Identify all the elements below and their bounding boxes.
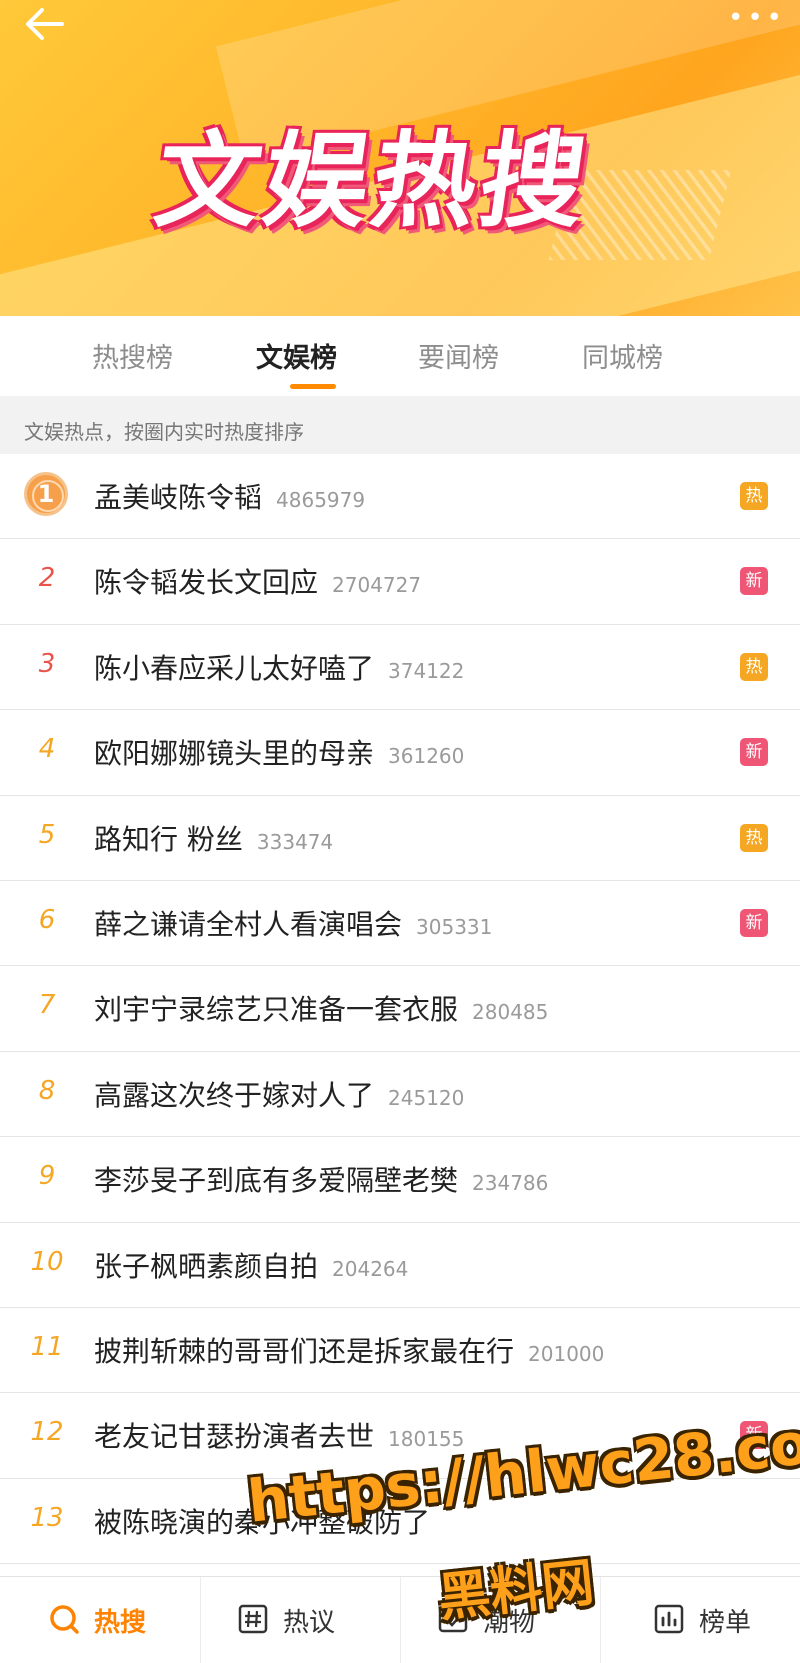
item-title: 张子枫晒素颜自拍 204264 bbox=[94, 1245, 408, 1285]
heat-count: 201000 bbox=[528, 1341, 605, 1366]
hot-search-icon bbox=[50, 1605, 79, 1634]
list-item[interactable]: 8 高露这次终于嫁对人了 245120 bbox=[0, 1051, 800, 1138]
topic-hash-icon bbox=[238, 1604, 268, 1634]
hot-search-list: 1 孟美岐陈令韬 4865979 热 2 陈令韬发长文回应 2704727 新 3 陈小春应采儿太… bbox=[0, 454, 800, 1565]
rank-number: 9 bbox=[38, 1161, 56, 1192]
heat-count: 374122 bbox=[388, 658, 465, 683]
item-title-text: 欧阳娜娜镜头里的母亲 bbox=[94, 737, 375, 771]
list-item[interactable]: 1 孟美岐陈令韬 4865979 热 bbox=[0, 454, 800, 540]
heat-count: 245120 bbox=[388, 1085, 465, 1110]
banner-title: 文娱热搜 bbox=[148, 120, 598, 242]
item-title: 高露这次终于嫁对人了 245120 bbox=[94, 1074, 464, 1114]
nav-item-topics[interactable]: 热议 bbox=[200, 1577, 400, 1663]
list-item[interactable]: 5 路知行 粉丝 333474 热 bbox=[0, 795, 800, 881]
bottom-navigation: 热搜 热议 潮物 榜单 bbox=[0, 1576, 800, 1663]
item-title: 孟美岐陈令韬 4865979 bbox=[94, 476, 365, 516]
list-description: 文娱热点，按圈内实时热度排序 bbox=[0, 396, 800, 454]
nav-item-hot-search[interactable]: 热搜 bbox=[0, 1577, 200, 1663]
rank-medal: 1 bbox=[24, 472, 68, 516]
rank-number: 6 bbox=[38, 904, 56, 935]
hot-badge: 热 bbox=[740, 823, 768, 852]
list-item[interactable]: 6 薛之谦请全村人看演唱会 305331 新 bbox=[0, 880, 800, 967]
heat-count: 361260 bbox=[388, 744, 465, 769]
ranking-tabs: 热搜榜 文娱榜 要闻榜 同城榜 bbox=[0, 316, 800, 396]
item-title-text: 陈令韬发长文回应 bbox=[94, 566, 319, 600]
item-title-text: 孟美岐陈令韬 bbox=[94, 481, 263, 514]
heat-count: 204264 bbox=[332, 1256, 409, 1281]
rank-number: 4 bbox=[38, 734, 56, 765]
rank-number: 3 bbox=[38, 648, 56, 679]
rank-number: 11 bbox=[30, 1331, 64, 1362]
back-arrow-icon[interactable] bbox=[22, 4, 70, 44]
heat-count: 333474 bbox=[256, 829, 334, 854]
nav-item-rankings[interactable]: 榜单 bbox=[600, 1577, 800, 1663]
header-banner: ••• 文娱热搜 bbox=[0, 0, 800, 316]
new-badge: 新 bbox=[740, 567, 768, 596]
rank-number: 8 bbox=[38, 1075, 56, 1106]
item-title: 刘宇宁录综艺只准备一套衣服 280485 bbox=[94, 988, 548, 1028]
item-title-text: 老友记甘瑟扮演者去世 bbox=[94, 1420, 375, 1454]
item-title-text: 薛之谦请全村人看演唱会 bbox=[94, 907, 403, 941]
heat-count: 280485 bbox=[472, 1000, 549, 1025]
list-item[interactable]: 9 李莎旻子到底有多爱隔壁老樊 234786 bbox=[0, 1137, 800, 1223]
list-item[interactable]: 11 披荆斩棘的哥哥们还是拆家最在行 201000 bbox=[0, 1307, 800, 1394]
chart-list-icon bbox=[654, 1604, 684, 1634]
item-title-text: 张子枫晒素颜自拍 bbox=[94, 1249, 319, 1283]
hot-badge: 热 bbox=[740, 482, 768, 510]
rank-number: 12 bbox=[30, 1417, 64, 1448]
new-badge: 新 bbox=[740, 908, 768, 937]
heat-count: 305331 bbox=[416, 914, 493, 939]
list-item[interactable]: 7 刘宇宁录综艺只准备一套衣服 280485 bbox=[0, 966, 800, 1052]
more-options-icon[interactable]: ••• bbox=[728, 5, 782, 31]
item-title: 陈令韬发长文回应 2704727 bbox=[94, 561, 421, 601]
item-title-text: 高露这次终于嫁对人了 bbox=[94, 1078, 375, 1112]
heat-count: 2704727 bbox=[332, 573, 422, 598]
item-title-text: 路知行 粉丝 bbox=[94, 822, 243, 856]
item-title: 老友记甘瑟扮演者去世 180155 bbox=[94, 1415, 464, 1455]
list-item[interactable]: 3 陈小春应采儿太好嗑了 374122 热 bbox=[0, 624, 800, 711]
item-title: 李莎旻子到底有多爱隔壁老樊 234786 bbox=[94, 1159, 548, 1199]
item-title: 陈小春应采儿太好嗑了 374122 bbox=[94, 647, 464, 687]
hot-badge: 热 bbox=[740, 652, 768, 681]
nav-label-hot-search: 热搜 bbox=[94, 1608, 147, 1638]
item-title-text: 李莎旻子到底有多爱隔壁老樊 bbox=[94, 1164, 459, 1198]
list-item[interactable]: 10 张子枫晒素颜自拍 204264 bbox=[0, 1222, 800, 1308]
active-tab-indicator bbox=[290, 384, 336, 389]
item-title: 欧阳娜娜镜头里的母亲 361260 bbox=[94, 732, 464, 772]
item-title-text: 披荆斩棘的哥哥们还是拆家最在行 bbox=[94, 1334, 515, 1368]
nav-label-rankings: 榜单 bbox=[699, 1608, 752, 1638]
item-title-text: 陈小春应采儿太好嗑了 bbox=[94, 651, 375, 685]
tab-entertainment[interactable]: 文娱榜 bbox=[256, 336, 337, 375]
list-item[interactable]: 4 欧阳娜娜镜头里的母亲 361260 新 bbox=[0, 710, 800, 796]
rank-number: 13 bbox=[30, 1502, 64, 1533]
item-title: 薛之谦请全村人看演唱会 305331 bbox=[94, 903, 492, 943]
item-title-text: 刘宇宁录综艺只准备一套衣服 bbox=[94, 993, 459, 1027]
heat-count: 234786 bbox=[472, 1171, 549, 1196]
list-item[interactable]: 2 陈令韬发长文回应 2704727 新 bbox=[0, 539, 800, 625]
item-title: 路知行 粉丝 333474 bbox=[94, 818, 333, 858]
rank-number: 10 bbox=[30, 1246, 64, 1277]
heat-count: 4865979 bbox=[276, 488, 366, 512]
rank-number: 5 bbox=[38, 819, 56, 850]
tab-hot-search[interactable]: 热搜榜 bbox=[92, 336, 173, 375]
nav-label-topics: 热议 bbox=[283, 1608, 336, 1638]
item-title: 披荆斩棘的哥哥们还是拆家最在行 201000 bbox=[94, 1330, 604, 1370]
tab-news[interactable]: 要闻榜 bbox=[418, 336, 499, 375]
tab-local[interactable]: 同城榜 bbox=[582, 336, 663, 375]
rank-number: 2 bbox=[38, 563, 56, 594]
rank-number: 7 bbox=[38, 990, 56, 1021]
new-badge: 新 bbox=[740, 738, 768, 767]
